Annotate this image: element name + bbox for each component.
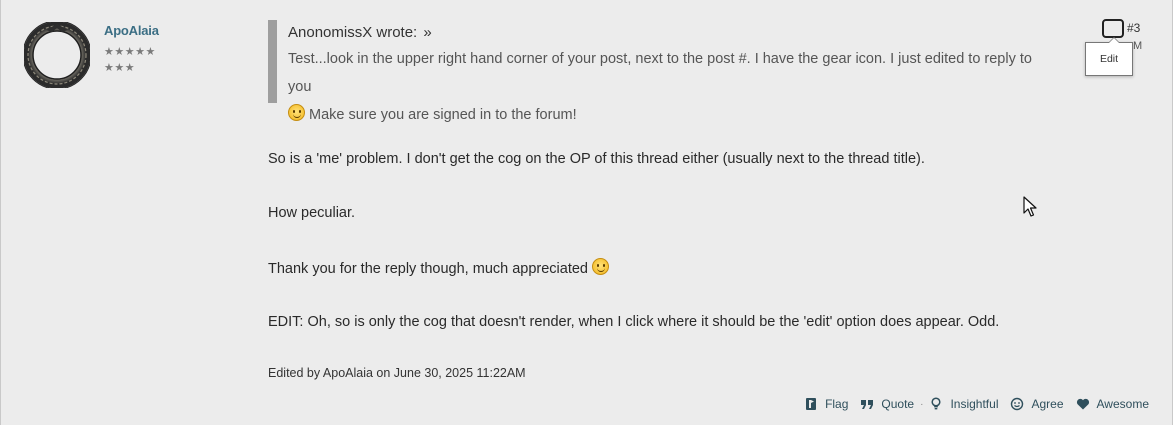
awesome-label: Awesome bbox=[1096, 397, 1149, 411]
options-cog-button[interactable] bbox=[1102, 19, 1124, 38]
post-time-fragment: M bbox=[1133, 40, 1143, 52]
quote-block: AnonomissX wrote: » Test...look in the u… bbox=[268, 20, 1058, 123]
rank-stars-row2: ★★★ bbox=[104, 62, 136, 74]
edit-tooltip[interactable]: Edit bbox=[1085, 37, 1133, 76]
flag-icon bbox=[804, 397, 818, 411]
insightful-label: Insightful bbox=[950, 397, 999, 411]
insightful-button[interactable]: Insightful bbox=[929, 397, 998, 411]
avatar[interactable] bbox=[24, 22, 90, 88]
quote-header: AnonomissX wrote: » bbox=[288, 23, 1058, 43]
reaction-separator: · bbox=[920, 398, 924, 410]
quote-text-line2: Make sure you are signed in to the forum… bbox=[309, 107, 577, 123]
author-name-link[interactable]: ApoAlaia bbox=[104, 23, 159, 38]
flag-button[interactable]: Flag bbox=[804, 397, 848, 411]
rank-stars-row1: ★★★★★ bbox=[104, 46, 156, 58]
agree-face-icon bbox=[1010, 397, 1024, 411]
quote-button[interactable]: Quote bbox=[860, 397, 914, 411]
quote-icon bbox=[860, 397, 874, 411]
agree-label: Agree bbox=[1031, 397, 1064, 411]
lightbulb-icon bbox=[929, 397, 943, 411]
quote-jump-link[interactable]: » bbox=[423, 24, 431, 41]
post-number-link[interactable]: #3 bbox=[1127, 21, 1140, 35]
quote-author: AnonomissX wrote: bbox=[288, 24, 418, 41]
message-paragraph-2: How peculiar. bbox=[268, 205, 356, 221]
reactions-bar: Flag Quote · Insightful Agree Awesome bbox=[804, 397, 1149, 411]
message-paragraph-4: EDIT: Oh, so is only the cog that doesn'… bbox=[268, 314, 1000, 330]
awesome-button[interactable]: Awesome bbox=[1076, 397, 1149, 411]
quote-text-line1: Test...look in the upper right hand corn… bbox=[288, 51, 1032, 95]
edit-tooltip-label: Edit bbox=[1099, 53, 1119, 65]
message-paragraph-1: So is a 'me' problem. I don't get the co… bbox=[268, 151, 925, 167]
rank-stars: ★★★★★ ★★★ bbox=[104, 44, 156, 76]
smile-emoji-icon bbox=[288, 104, 305, 121]
quote-label: Quote bbox=[881, 397, 915, 411]
flag-label: Flag bbox=[825, 397, 849, 411]
heart-icon bbox=[1076, 397, 1090, 411]
quote-text: Test...look in the upper right hand corn… bbox=[288, 45, 1058, 129]
smile-emoji-icon bbox=[592, 258, 610, 275]
edited-note: Edited by ApoAlaia on June 30, 2025 11:2… bbox=[268, 366, 526, 380]
message-paragraph-3-text: Thank you for the reply though, much app… bbox=[268, 261, 588, 277]
agree-button[interactable]: Agree bbox=[1010, 397, 1064, 411]
mouse-cursor-icon bbox=[1023, 196, 1037, 217]
message-paragraph-3: Thank you for the reply though, much app… bbox=[268, 258, 610, 279]
